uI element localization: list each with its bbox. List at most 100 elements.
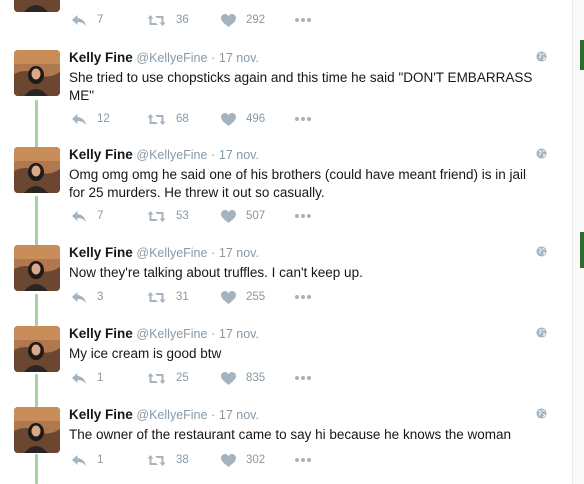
like-button[interactable]: 292 — [221, 12, 265, 28]
tweet-timestamp[interactable]: 17 nov. — [219, 408, 259, 422]
tweet-text: My ice cream is good btw — [69, 346, 222, 361]
more-button[interactable] — [295, 452, 311, 468]
display-name[interactable]: Kelly Fine — [69, 147, 133, 162]
like-button[interactable]: 496 — [221, 111, 265, 127]
page-edge-strip — [572, 0, 584, 484]
like-count: 835 — [246, 372, 266, 384]
reply-icon — [72, 210, 86, 222]
username-handle[interactable]: @KellyeFine — [136, 148, 207, 162]
retweet-icon — [147, 454, 166, 466]
display-name[interactable]: Kelly Fine — [69, 245, 133, 260]
avatar[interactable] — [14, 245, 60, 291]
reply-button[interactable]: 7 — [71, 208, 103, 224]
tweet-timestamp[interactable]: 17 nov. — [219, 51, 259, 65]
tweet-header: Kelly Fine @KellyeFine · 17 nov. — [69, 50, 259, 66]
like-button[interactable]: 302 — [221, 452, 265, 468]
like-button[interactable]: 255 — [221, 289, 265, 305]
username-handle[interactable]: @KellyeFine — [136, 408, 207, 422]
more-button[interactable] — [295, 289, 311, 305]
like-button[interactable]: 507 — [221, 208, 265, 224]
like-button[interactable]: 835 — [221, 370, 265, 386]
display-name[interactable]: Kelly Fine — [69, 326, 133, 341]
username-handle[interactable]: @KellyeFine — [136, 327, 207, 341]
more-dots-icon — [295, 295, 311, 299]
retweet-button[interactable]: 38 — [147, 452, 189, 468]
username-handle[interactable]: @KellyeFine — [136, 51, 207, 65]
display-name[interactable]: Kelly Fine — [69, 407, 133, 422]
tweet-timestamp[interactable]: 17 nov. — [219, 246, 259, 260]
retweet-button[interactable]: 36 — [147, 12, 189, 28]
more-button[interactable] — [295, 111, 311, 127]
retweet-count: 36 — [176, 14, 189, 26]
reply-button[interactable]: 1 — [71, 452, 103, 468]
avatar[interactable] — [14, 407, 60, 453]
retweet-button[interactable]: 31 — [147, 289, 189, 305]
avatar-photo — [14, 50, 60, 96]
reply-button[interactable]: 3 — [71, 289, 103, 305]
more-button[interactable] — [295, 12, 311, 28]
tweet-header: Kelly Fine @KellyeFine · 17 nov. — [69, 326, 259, 342]
retweet-icon — [147, 113, 166, 125]
heart-icon — [221, 209, 236, 223]
like-count: 255 — [246, 291, 266, 303]
header-separator: · — [211, 51, 216, 65]
reply-icon — [72, 372, 86, 384]
retweet-count: 31 — [176, 291, 189, 303]
avatar[interactable] — [14, 326, 60, 372]
reply-button[interactable]: 7 — [71, 12, 103, 28]
tweet-text: Omg omg omg he said one of his brothers … — [69, 167, 526, 200]
reply-button[interactable]: 1 — [71, 370, 103, 386]
avatar[interactable] — [14, 147, 60, 193]
reply-button[interactable]: 12 — [71, 111, 110, 127]
heart-icon — [221, 371, 236, 385]
edge-accent — [580, 232, 584, 268]
edge-accent — [580, 40, 584, 70]
avatar[interactable] — [14, 0, 60, 12]
retweet-icon — [147, 14, 166, 26]
more-dots-icon — [295, 376, 311, 380]
header-separator: · — [211, 148, 216, 162]
avatar[interactable] — [14, 50, 60, 96]
retweet-button[interactable]: 68 — [147, 111, 189, 127]
like-count: 507 — [246, 210, 266, 222]
tweet-text: Now they're talking about truffles. I ca… — [69, 265, 363, 280]
tweet-partial[interactable]: 7 36 292 — [0, 0, 572, 30]
retweet-button[interactable]: 25 — [147, 370, 189, 386]
more-dots-icon — [295, 214, 311, 218]
retweet-count: 53 — [176, 210, 189, 222]
globe-icon — [536, 246, 547, 257]
retweet-button[interactable]: 53 — [147, 208, 189, 224]
username-handle[interactable]: @KellyeFine — [136, 246, 207, 260]
tweet-header: Kelly Fine @KellyeFine · 17 nov. — [69, 407, 259, 423]
tweet-thread: 7 36 292 Kelly Fine @KellyeFine · 17 nov… — [0, 0, 584, 484]
like-count: 496 — [246, 113, 266, 125]
more-dots-icon — [295, 117, 311, 121]
header-separator: · — [211, 327, 216, 341]
tweet[interactable]: Kelly Fine @KellyeFine · 17 nov. Now the… — [0, 245, 572, 307]
tweet-header: Kelly Fine @KellyeFine · 17 nov. — [69, 147, 259, 163]
more-button[interactable] — [295, 370, 311, 386]
tweet[interactable]: Kelly Fine @KellyeFine · 17 nov. My ice … — [0, 326, 572, 388]
reply-count: 3 — [97, 291, 104, 303]
tweet-timestamp[interactable]: 17 nov. — [219, 148, 259, 162]
globe-icon — [536, 51, 547, 62]
retweet-icon — [147, 372, 166, 384]
tweet-timestamp[interactable]: 17 nov. — [219, 327, 259, 341]
reply-count: 7 — [97, 210, 104, 222]
header-separator: · — [211, 246, 216, 260]
retweet-icon — [147, 210, 166, 222]
reply-count: 1 — [97, 454, 104, 466]
more-dots-icon — [295, 458, 311, 462]
heart-icon — [221, 13, 236, 27]
tweet-text: The owner of the restaurant came to say … — [69, 427, 511, 442]
tweet[interactable]: Kelly Fine @KellyeFine · 17 nov. She tri… — [0, 50, 572, 130]
tweet[interactable]: Kelly Fine @KellyeFine · 17 nov. Omg omg… — [0, 147, 572, 227]
more-button[interactable] — [295, 208, 311, 224]
tweet[interactable]: Kelly Fine @KellyeFine · 17 nov. The own… — [0, 407, 572, 469]
avatar-photo — [14, 326, 60, 372]
display-name[interactable]: Kelly Fine — [69, 50, 133, 65]
avatar-photo — [14, 245, 60, 291]
reply-icon — [72, 454, 86, 466]
more-dots-icon — [295, 18, 311, 22]
heart-icon — [221, 112, 236, 126]
